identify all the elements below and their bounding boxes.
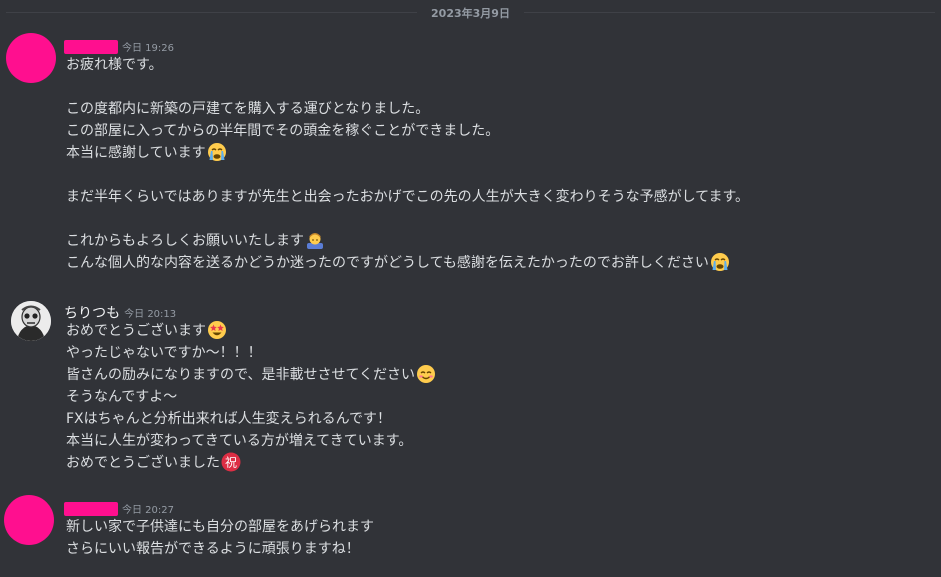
timestamp: 今日 19:26 <box>122 43 174 54</box>
timestamp: 今日 20:27 <box>122 505 174 516</box>
avatar-redacted[interactable] <box>6 33 56 83</box>
divider-date: 2023年3月9日 <box>431 7 510 20</box>
crying-face-icon[interactable] <box>207 142 227 162</box>
message-line-with-emoji: おめでとうございました祝 <box>66 452 436 474</box>
message-line: さらにいい報告ができるように頑張りますね！ <box>66 541 360 557</box>
smiling-face-icon[interactable] <box>416 364 436 384</box>
message-header: 今日 19:26 <box>64 36 174 54</box>
message-header: 今日 20:27 <box>64 498 174 516</box>
message-text: 本当に感謝しています <box>66 145 206 161</box>
avatar-skull-character[interactable] <box>11 301 51 341</box>
message-line-with-emoji: これからもよろしくお願いいたします <box>66 230 749 252</box>
congratulations-ideograph-icon[interactable]: 祝 <box>221 452 241 472</box>
message-line: 本当に人生が変わってきている方が増えてきています。 <box>66 433 413 449</box>
message-line: この度都内に新築の戸建てを購入する運びとなりました。 <box>66 101 430 117</box>
username-redacted[interactable] <box>64 39 118 54</box>
message-line-with-emoji: 本当に感謝しています <box>66 142 749 164</box>
message-line-with-emoji: こんな個人的な内容を送るかどうか迷ったのですがどうしても感謝を伝えたかったのでお… <box>66 252 749 274</box>
crying-face-icon[interactable] <box>710 252 730 272</box>
message-text: 皆さんの励みになりますので、是非載せさせてください <box>66 367 416 383</box>
message-line: まだ半年くらいではありますが先生と出会ったおかげでこの先の人生が大きく変わりそう… <box>66 189 750 205</box>
message-content: 新しい家で子供達にも自分の部屋をあげられます さらにいい報告ができるように頑張り… <box>66 516 374 560</box>
date-divider: 2023年3月9日 <box>0 0 941 26</box>
divider-line-right <box>524 12 935 13</box>
star-struck-icon[interactable] <box>207 320 227 340</box>
message-text: これからもよろしくお願いいたします <box>66 233 304 249</box>
skull-character-avatar <box>11 301 51 341</box>
message-line: やったじゃないですか～！！！ <box>66 345 262 361</box>
avatar-redacted[interactable] <box>4 495 54 545</box>
message-header: ちりつも 今日 20:13 <box>64 302 177 322</box>
message-line: お疲れ様です。 <box>66 57 163 73</box>
message-text: おめでとうございました <box>66 455 220 471</box>
message-content: おめでとうございます やったじゃないですか～！！！ 皆さんの励みになりますので、… <box>66 320 436 474</box>
message-line: FXはちゃんと分析出来れば人生変えられるんです！ <box>66 411 391 427</box>
congratulations-glyph: 祝 <box>225 456 237 470</box>
divider-line-left <box>6 12 417 13</box>
username-redacted[interactable] <box>64 501 118 516</box>
message-content: お疲れ様です。 この度都内に新築の戸建てを購入する運びとなりました。 この部屋に… <box>66 54 749 274</box>
timestamp: 今日 20:13 <box>124 309 177 320</box>
message-text: おめでとうございます <box>66 323 206 339</box>
message-line: そうなんですよ～ <box>66 389 178 405</box>
message-line: この部屋に入ってからの半年間でその頭金を稼ぐことができました。 <box>66 123 500 139</box>
message-line: 新しい家で子供達にも自分の部屋をあげられます <box>66 519 374 535</box>
bowing-person-icon[interactable] <box>305 230 325 250</box>
message-line-with-emoji: おめでとうございます <box>66 320 436 342</box>
message-text: こんな個人的な内容を送るかどうか迷ったのですがどうしても感謝を伝えたかったのでお… <box>66 255 709 271</box>
message-line-with-emoji: 皆さんの励みになりますので、是非載せさせてください <box>66 364 436 386</box>
